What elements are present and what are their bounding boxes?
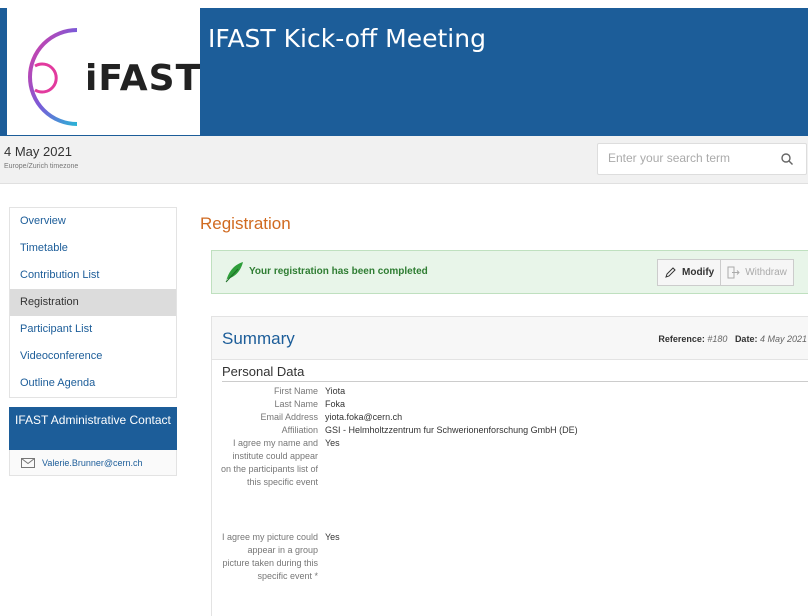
withdraw-button[interactable]: Withdraw [721, 259, 794, 286]
event-title[interactable]: IFAST Kick-off Meeting [208, 24, 486, 53]
logo-text: iFAST [85, 58, 202, 99]
section-divider [222, 381, 808, 382]
menu-item-videoconference[interactable]: Videoconference [10, 343, 176, 370]
sign-out-icon [727, 266, 740, 279]
registration-summary: Summary Reference: #180 Date: 4 May 2021… [211, 316, 808, 616]
registration-actions: Modify Withdraw [657, 259, 794, 286]
field-value: Yes [325, 532, 340, 542]
reference-value: #180 [707, 334, 728, 344]
date-label: Date: [734, 334, 758, 344]
field-label: I agree my picture could appear in a gro… [221, 532, 318, 581]
summary-title: Summary [222, 329, 295, 348]
mail-icon [21, 458, 35, 468]
summary-reference: Reference: #180 Date: 4 May 2021 [658, 334, 807, 344]
field-label: Last Name [274, 399, 318, 409]
search-input[interactable] [608, 151, 768, 165]
modify-label: Modify [682, 267, 715, 278]
admin-email-link[interactable]: Valerie.Brunner@cern.ch [42, 458, 143, 468]
menu-item-registration[interactable]: Registration [10, 289, 176, 316]
reference-label: Reference: [658, 334, 705, 344]
field-value[interactable]: yiota.foka@cern.ch [325, 411, 402, 424]
event-timezone: Europe/Zurich timezone [4, 163, 79, 170]
menu-item-contribution-list[interactable]: Contribution List [10, 262, 176, 289]
leaf-icon [225, 262, 243, 283]
event-menu: Overview Timetable Contribution List Reg… [9, 207, 177, 398]
withdraw-label: Withdraw [745, 267, 787, 278]
menu-item-timetable[interactable]: Timetable [10, 235, 176, 262]
field-value: Yiota [325, 386, 346, 396]
admin-contact-heading: IFAST Administrative Contact [9, 407, 177, 450]
search-box[interactable] [597, 143, 807, 175]
modify-button[interactable]: Modify [657, 259, 722, 286]
menu-item-overview[interactable]: Overview [10, 208, 176, 235]
page-title: Registration [200, 214, 291, 233]
menu-item-outline-agenda[interactable]: Outline Agenda [10, 370, 176, 397]
field-label: First Name [273, 386, 318, 396]
search-icon[interactable] [780, 152, 794, 166]
field-label: I agree my name and institute could appe… [220, 438, 318, 487]
date-bar: 4 May 2021 Europe/Zurich timezone [0, 136, 808, 184]
pencil-icon [665, 267, 676, 278]
field-value: Foka [325, 399, 346, 409]
field-value: Yes [325, 438, 340, 448]
personal-data-title: Personal Data [222, 364, 305, 379]
ifast-logo[interactable]: iFAST [7, 8, 200, 135]
date-value: 4 May 2021 [759, 334, 807, 344]
field-label: Affiliation [281, 425, 318, 435]
event-date: 4 May 2021 [4, 144, 72, 159]
menu-item-participant-list[interactable]: Participant List [10, 316, 176, 343]
registration-message: Your registration has been completed [249, 266, 428, 277]
registration-status-box: Your registration has been completed Mod… [211, 250, 808, 294]
field-value: GSI - Helmholtzzentrum fur Schwerionenfo… [325, 425, 578, 435]
admin-contact-email[interactable]: Valerie.Brunner@cern.ch [9, 450, 177, 476]
summary-header: Summary Reference: #180 Date: 4 May 2021 [212, 317, 808, 360]
field-label: Email Address [260, 412, 318, 422]
